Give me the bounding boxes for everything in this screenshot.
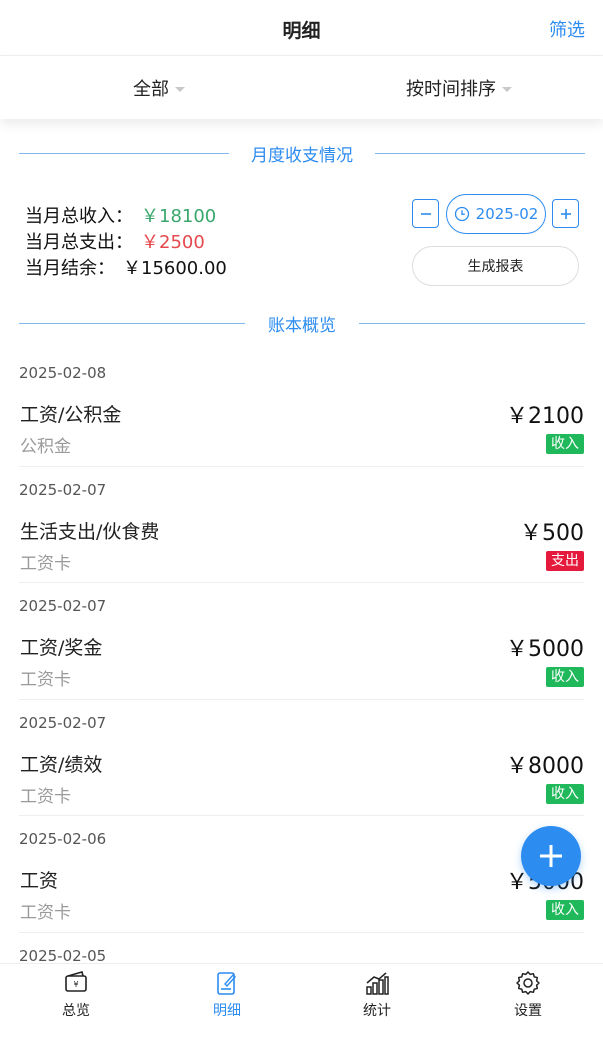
list-item[interactable]: 2025-02-07 生活支出/伙食费 工资卡 ￥500 支出 bbox=[19, 467, 584, 583]
list-item[interactable]: 2025-02-06 工资 工资卡 ￥5000 收入 bbox=[19, 816, 584, 933]
clock-icon bbox=[454, 206, 469, 222]
expense-badge: 支出 bbox=[546, 550, 584, 571]
monthly-section-title: 月度收支情况 bbox=[237, 146, 367, 166]
tab-details-label: 明细 bbox=[213, 1003, 241, 1019]
entry-date: 2025-02-07 bbox=[19, 480, 107, 499]
generate-report-button[interactable]: 生成报表 bbox=[412, 246, 579, 286]
income-value: ￥18100 bbox=[141, 206, 217, 227]
list-item[interactable]: 2025-02-07 工资/奖金 工资卡 ￥5000 收入 bbox=[19, 583, 584, 700]
entry-amount: ￥5000 bbox=[506, 637, 584, 662]
income-badge: 收入 bbox=[546, 900, 584, 920]
income-badge: 收入 bbox=[546, 434, 584, 454]
entry-category: 工资/绩效 bbox=[20, 753, 103, 776]
prev-month-button[interactable] bbox=[412, 199, 439, 228]
category-dropdown[interactable]: 全部 bbox=[133, 75, 185, 101]
ledger-section-title: 账本概览 bbox=[254, 316, 350, 336]
stats-icon bbox=[366, 972, 389, 995]
tab-stats[interactable]: 统计 bbox=[337, 970, 417, 1020]
filter-button[interactable]: 筛选 bbox=[549, 16, 585, 42]
ledger-section-divider: 账本概览 bbox=[19, 311, 585, 336]
entry-date: 2025-02-05 bbox=[19, 946, 107, 965]
sort-dropdown-label: 按时间排序 bbox=[406, 79, 496, 100]
list-item[interactable]: 2025-02-07 工资/绩效 工资卡 ￥8000 收入 bbox=[19, 700, 584, 816]
header-bar: 明细 筛选 bbox=[0, 0, 603, 56]
entry-category: 工资/奖金 bbox=[20, 637, 103, 659]
tab-details[interactable]: 明细 bbox=[187, 970, 267, 1020]
income-badge: 收入 bbox=[546, 667, 584, 687]
month-value: 2025-02 bbox=[475, 205, 539, 223]
entry-date: 2025-02-08 bbox=[19, 364, 107, 382]
detail-page: 明细 筛选 全部 按时间排序 月度收支情况 当月总收入： ￥18100 当月总支… bbox=[0, 0, 603, 1049]
entry-category: 工资/公积金 bbox=[20, 404, 122, 426]
caret-down-icon bbox=[502, 86, 512, 92]
entry-category: 生活支出/伙食费 bbox=[20, 520, 160, 543]
edit-doc-icon bbox=[217, 972, 236, 995]
plus-icon bbox=[560, 208, 571, 219]
sort-dropdown[interactable]: 按时间排序 bbox=[406, 75, 512, 101]
entry-amount: ￥500 bbox=[520, 520, 584, 546]
gear-icon bbox=[516, 971, 540, 995]
income-summary: 当月总收入： ￥18100 bbox=[25, 202, 216, 228]
expense-value: ￥2500 bbox=[141, 232, 205, 253]
income-badge: 收入 bbox=[546, 783, 584, 804]
next-month-button[interactable] bbox=[552, 199, 579, 228]
entry-list: 2025-02-08 工资/公积金 公积金 ￥2100 收入 2025-02-0… bbox=[0, 350, 603, 1049]
caret-down-icon bbox=[175, 86, 185, 92]
entry-amount: ￥2100 bbox=[506, 404, 584, 429]
bottom-tab-bar: ¥ 总览 明细 统计 设置 bbox=[0, 963, 603, 1031]
balance-value: ￥15600.00 bbox=[123, 258, 227, 279]
entry-category: 工资 bbox=[20, 870, 59, 892]
bottom-safe-area bbox=[0, 1031, 603, 1049]
entry-date: 2025-02-07 bbox=[19, 713, 107, 732]
list-item[interactable]: 2025-02-08 工资/公积金 公积金 ￥2100 收入 bbox=[19, 350, 584, 467]
entry-account: 工资卡 bbox=[20, 553, 71, 574]
tab-overview-label: 总览 bbox=[62, 1003, 90, 1019]
monthly-section-divider: 月度收支情况 bbox=[19, 141, 585, 166]
ledger-icon: ¥ bbox=[65, 971, 87, 992]
entry-date: 2025-02-06 bbox=[19, 830, 107, 848]
svg-text:¥: ¥ bbox=[73, 980, 78, 989]
entry-account: 公积金 bbox=[20, 437, 71, 457]
category-dropdown-label: 全部 bbox=[133, 79, 169, 100]
tab-settings-label: 设置 bbox=[514, 1003, 542, 1019]
plus-icon bbox=[540, 845, 562, 867]
page-title: 明细 bbox=[282, 20, 321, 42]
entry-account: 工资卡 bbox=[20, 670, 71, 690]
balance-label: 当月结余： bbox=[25, 258, 115, 279]
entry-amount: ￥8000 bbox=[506, 753, 584, 779]
tab-settings[interactable]: 设置 bbox=[488, 970, 568, 1020]
expense-label: 当月总支出： bbox=[25, 232, 133, 253]
entry-account: 工资卡 bbox=[20, 786, 71, 807]
expense-summary: 当月总支出： ￥2500 bbox=[25, 228, 205, 254]
entry-account: 工资卡 bbox=[20, 903, 71, 923]
minus-icon bbox=[420, 212, 431, 215]
entry-date: 2025-02-07 bbox=[19, 597, 107, 615]
month-picker[interactable]: 2025-02 bbox=[446, 194, 546, 234]
add-entry-button[interactable] bbox=[521, 826, 581, 886]
tab-overview[interactable]: ¥ 总览 bbox=[36, 970, 116, 1020]
balance-summary: 当月结余： ￥15600.00 bbox=[25, 254, 227, 280]
filter-dropdown-row: 全部 按时间排序 bbox=[0, 57, 603, 119]
income-label: 当月总收入： bbox=[25, 206, 133, 227]
tab-stats-label: 统计 bbox=[363, 1003, 391, 1019]
